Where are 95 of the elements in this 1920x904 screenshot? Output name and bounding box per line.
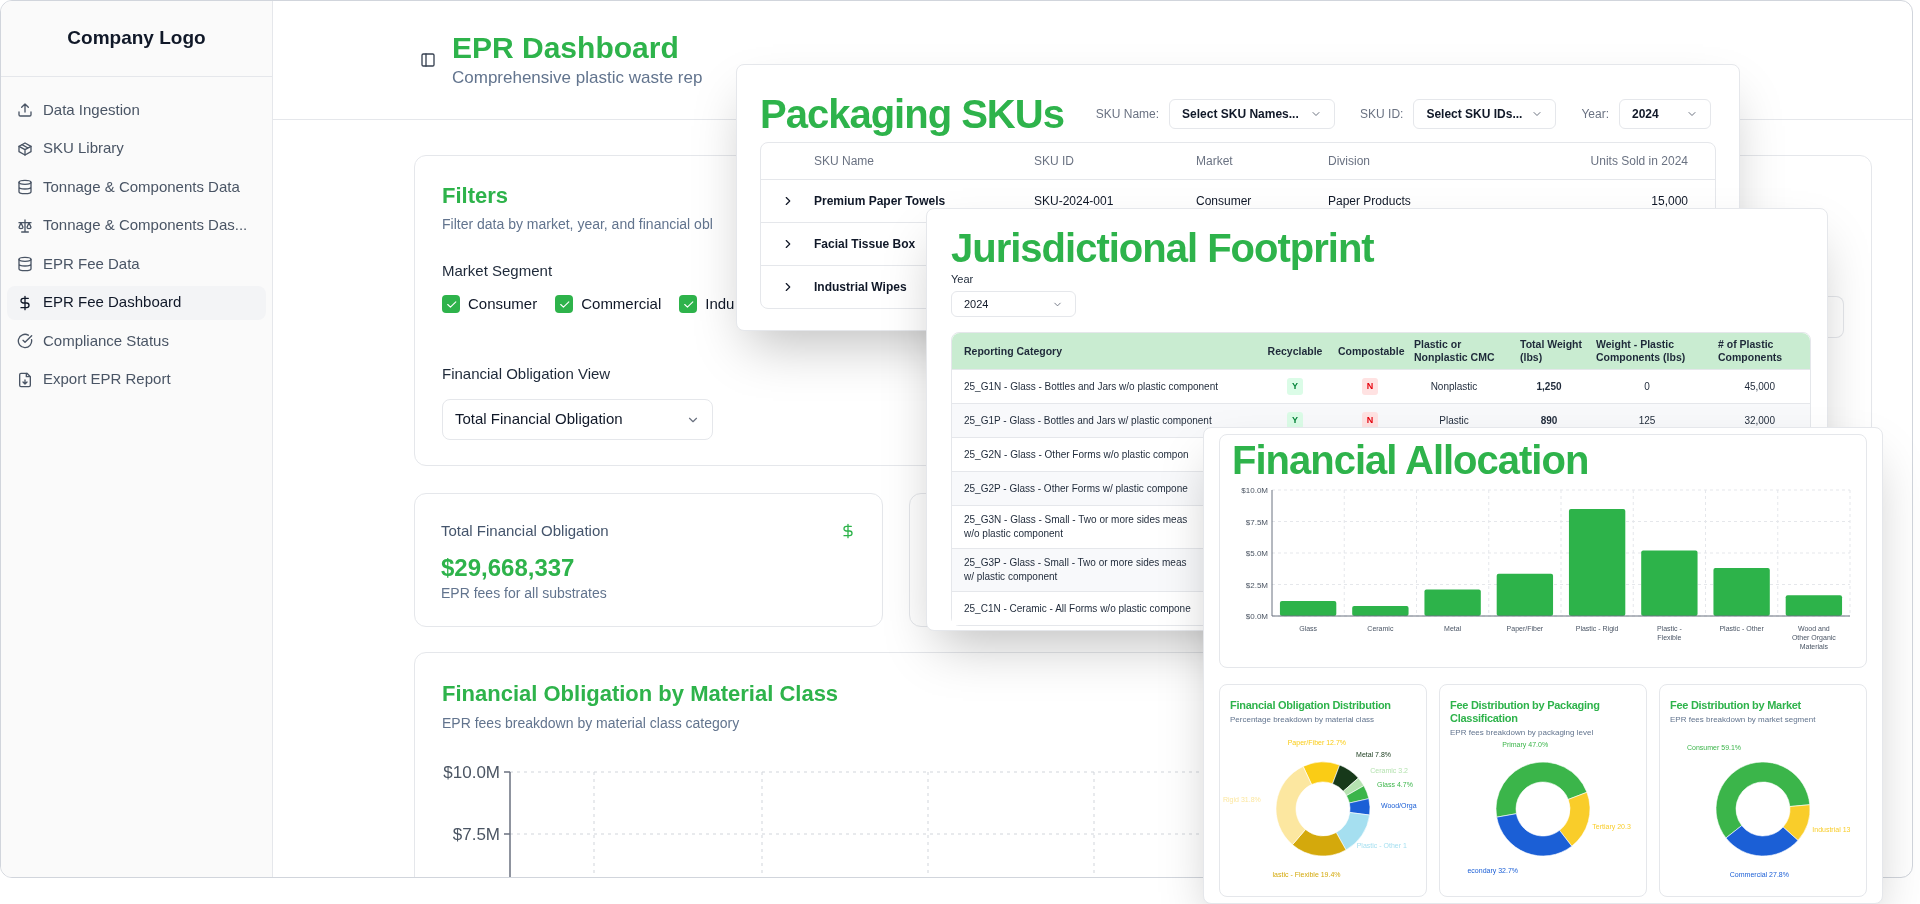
checkbox-label[interactable]: Consumer [468, 294, 538, 314]
column-header: Total Weight (lbs) [1519, 338, 1584, 364]
axis-label: $7.5M [1245, 517, 1268, 527]
table-cell: 25_G1P - Glass - Bottles and Jars w/ plastic component [964, 413, 1212, 428]
status-badge: Y [1287, 377, 1303, 396]
card-title: Financial Obligation Distribution [1230, 699, 1391, 712]
table-cell-text: Premium Paper Towels [814, 193, 946, 210]
box-icon [17, 140, 33, 157]
card-title: Filters [442, 182, 509, 210]
field-label: Year: [1581, 106, 1609, 123]
column-header: Market [1196, 153, 1233, 170]
table-cell-text: 0 [1643, 380, 1651, 394]
column-header: Division [1328, 153, 1370, 170]
field-label: Market Segment [442, 261, 553, 281]
axis-label: $2.5M [1245, 580, 1268, 590]
page-title: EPR Dashboard [452, 30, 680, 66]
check-circle-icon [17, 333, 33, 349]
table-cell-text: 1,250 [1535, 380, 1563, 394]
column-header: Recyclable [1266, 344, 1324, 358]
table-cell-text: Nonplastic [1429, 380, 1479, 394]
checkbox[interactable] [442, 295, 460, 313]
column-header: # of Plastic Components [1717, 338, 1784, 364]
table-cell: 25_C1N - Ceramic - All Forms w/o plastic compone [964, 601, 1191, 616]
card-subtitle: EPR fees breakdown by packaging level [1450, 728, 1594, 738]
card-subtitle: Filter data by market, year, and financial obl [442, 215, 713, 234]
dollar-icon [17, 294, 33, 311]
stat-caption: EPR fees for all substrates [441, 584, 608, 603]
table-cell-text: SKU-2024-001 [1034, 193, 1114, 210]
column-header: SKU ID [1034, 153, 1074, 170]
card-title: Fee Distribution by Market [1670, 699, 1801, 712]
page-subtitle: Comprehensive plastic waste rep [452, 67, 703, 89]
sidebar-item[interactable]: SKU Library [7, 131, 266, 166]
sidebar-item[interactable]: Compliance Status [7, 324, 266, 358]
table-cell-text: 15,000 [1651, 193, 1688, 210]
stat-value: $29,668,337 [441, 553, 576, 583]
sidebar-item[interactable]: EPR Fee Dashboard [7, 285, 266, 320]
checkbox-label[interactable]: Commercial [581, 294, 662, 314]
axis-label: $7.5M [452, 825, 500, 844]
field-label: Year [951, 272, 974, 287]
sidebar-item[interactable]: Tonnage & Components Das... [7, 208, 266, 243]
select-field[interactable]: Select SKU Names... [1169, 99, 1336, 129]
scale-icon [17, 217, 33, 234]
column-header: Units Sold in 2024 [1590, 153, 1688, 170]
table-cell-text: Paper Products [1328, 193, 1411, 210]
sidebar-item[interactable]: Data Ingestion [7, 93, 266, 127]
file-download-icon [17, 371, 33, 388]
window-title: Packaging SKUs [760, 92, 1064, 136]
sidebar-toggle-icon[interactable] [420, 52, 436, 68]
checkbox[interactable] [555, 295, 574, 313]
upload-icon [17, 102, 33, 118]
card-subtitle: EPR fees breakdown by material class category [442, 714, 740, 733]
table-cell-text: Plastic [1438, 414, 1470, 428]
axis-label: $10.0M [1241, 486, 1268, 495]
table-cell: 25_G2N - Glass - Other Forms w/o plastic compon [964, 447, 1189, 462]
sidebar-item[interactable]: Tonnage & Components Data [7, 170, 266, 204]
window-title: Financial Allocation [1232, 438, 1589, 482]
field-label: SKU ID: [1360, 106, 1404, 123]
select-field[interactable]: 2024 [1619, 99, 1711, 129]
axis-label: $0.0M [1245, 612, 1268, 621]
field-label: SKU Name: [1095, 106, 1160, 123]
company-logo: Company Logo [67, 26, 206, 51]
window-title: Jurisdictional Footprint [951, 226, 1374, 270]
card-subtitle: EPR fees breakdown by market segment [1670, 715, 1816, 725]
table-cell: 25_G2P - Glass - Other Forms w/ plastic compone [964, 481, 1188, 496]
select-field[interactable]: Select SKU IDs... [1413, 99, 1557, 129]
select-field[interactable]: 2024 [951, 291, 1076, 317]
checkbox[interactable] [679, 295, 698, 313]
database-icon [17, 256, 33, 272]
sidebar-item[interactable]: EPR Fee Data [7, 247, 266, 281]
table-cell: 25_G1N - Glass - Bottles and Jars w/o plastic component [964, 379, 1218, 394]
sidebar-item[interactable]: Export EPR Report [7, 362, 266, 397]
table-cell-text: Facial Tissue Box [814, 236, 916, 253]
column-header: SKU Name [814, 153, 875, 170]
table-cell: 25_G3P - Glass - Small - Two or more sides meas w/ plastic component [964, 556, 1187, 584]
table-cell-text: 890 [1539, 414, 1559, 428]
checkbox-label[interactable]: Indu [705, 294, 735, 314]
column-header: Plastic or Nonplastic CMC [1413, 338, 1496, 364]
stat-title: Total Financial Obligation [441, 521, 609, 541]
select-field[interactable]: Total Financial Obligation [442, 399, 713, 440]
table-cell-text: 45,000 [1743, 380, 1776, 394]
card-title: Financial Obligation by Material Class [442, 680, 839, 708]
table-cell-text: Industrial Wipes [814, 279, 907, 296]
card-subtitle: Percentage breakdown by material class [1230, 715, 1375, 725]
column-header: Weight - Plastic Components (lbs) [1595, 338, 1687, 364]
field-label: Financial Obligation View [442, 364, 611, 384]
table-cell: 25_G3N - Glass - Small - Two or more sides meas w/o plastic component [964, 513, 1188, 541]
table-cell-text: 32,000 [1743, 414, 1776, 428]
table-cell-text: 125 [1637, 414, 1657, 428]
database-icon [17, 179, 33, 195]
column-header: Reporting Category [963, 344, 1063, 358]
card-title: Fee Distribution by Packaging Classification [1450, 699, 1601, 725]
axis-label: $10.0M [443, 763, 500, 782]
table-cell-text: Consumer [1196, 193, 1252, 210]
axis-label: $5.0M [1245, 549, 1268, 558]
status-badge: N [1361, 377, 1379, 396]
